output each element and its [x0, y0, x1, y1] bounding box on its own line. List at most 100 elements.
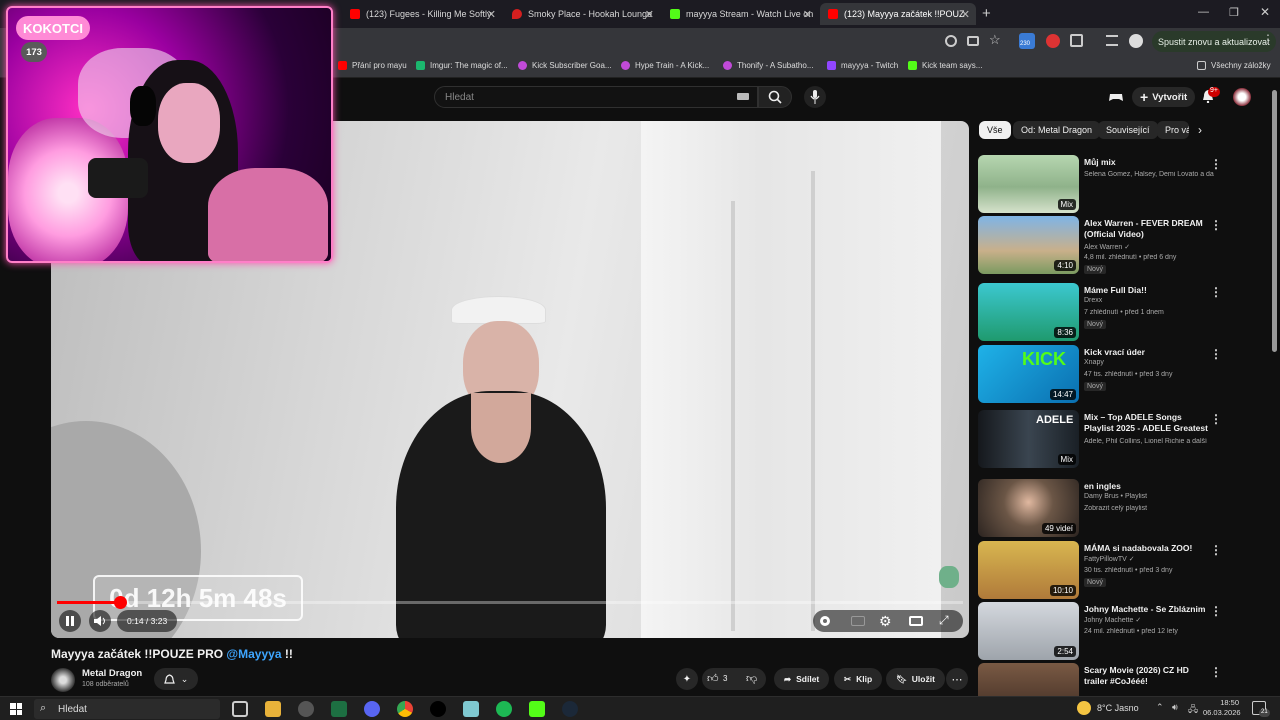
recommendation-item[interactable]: 8:36 Máme Full Dia!! Drexx 7 zhlédnutí •…	[978, 283, 1268, 341]
volume-tray-icon[interactable]: 🔊︎	[1172, 702, 1178, 713]
more-options-icon[interactable]: ⋮	[1210, 157, 1222, 171]
bookmark-item[interactable]: Kick team says...	[908, 61, 982, 70]
channel-avatar[interactable]	[51, 668, 75, 692]
more-options-icon[interactable]: ⋮	[1210, 543, 1222, 557]
recommendation-item[interactable]: 10:10 MÁMA si nadabovala ZOO! FattyPillo…	[978, 541, 1268, 599]
weather-text[interactable]: 8°C Jasno	[1097, 703, 1139, 713]
video-thumbnail[interactable]: Mix	[978, 155, 1079, 213]
video-thumbnail[interactable]: KICK 14:47	[978, 345, 1079, 403]
voice-search-button[interactable]	[804, 86, 826, 108]
recommendation-item[interactable]: 2:54 Johny Machette - Se Zbláznim Johny …	[978, 602, 1268, 660]
recommendation-item[interactable]: KICK 14:47 Kick vrací úder Xnapy 47 tis.…	[978, 345, 1268, 403]
bookmark-item[interactable]: Thonify - A Subatho...	[723, 61, 814, 70]
dislike-button[interactable]: 👎︎	[746, 672, 757, 685]
search-button[interactable]	[758, 86, 792, 108]
close-window-button[interactable]: ✕	[1260, 5, 1270, 19]
zoom-icon[interactable]	[945, 35, 957, 47]
spotify-icon[interactable]	[496, 701, 512, 717]
video-thumbnail[interactable]: ADELE Mix	[978, 410, 1079, 468]
share-button[interactable]: ➦ Sdílet	[774, 668, 830, 690]
excel-icon[interactable]	[331, 701, 347, 717]
video-thumbnail[interactable]: 2:54	[978, 602, 1079, 660]
mention-link[interactable]: @Mayyya	[226, 647, 281, 661]
more-options-icon[interactable]: ⋮	[1210, 412, 1222, 426]
account-avatar[interactable]	[1233, 88, 1251, 106]
video-thumbnail[interactable]: 4:10	[978, 216, 1079, 274]
create-button[interactable]: + Vytvořit	[1132, 87, 1196, 107]
extensions-puzzle-icon[interactable]	[1070, 34, 1083, 47]
bookmark-item[interactable]: Hype Train - A Kick...	[621, 61, 709, 70]
kick-icon[interactable]	[529, 701, 545, 717]
discord-icon[interactable]	[364, 701, 380, 717]
more-options-icon[interactable]: ⋮	[1210, 285, 1222, 299]
steam-icon[interactable]	[562, 701, 578, 717]
more-options-icon[interactable]: ⋮	[1210, 218, 1222, 232]
tray-chevron-icon[interactable]: ⌃	[1156, 702, 1164, 713]
chip-from-channel[interactable]: Od: Metal Dragon	[1013, 121, 1101, 139]
profile-avatar-icon[interactable]	[1129, 34, 1143, 48]
more-actions-button[interactable]: ⋯	[946, 668, 968, 690]
bookmark-item[interactable]: Imgur: The magic of...	[416, 61, 508, 70]
taskbar-clock[interactable]: 18:50 06.03.2026	[1203, 698, 1241, 718]
volume-button[interactable]	[89, 610, 111, 632]
save-button[interactable]: 🔖︎ Uložit	[886, 668, 945, 690]
more-options-icon[interactable]: ⋮	[1210, 604, 1222, 618]
minimize-button[interactable]: —	[1198, 6, 1209, 18]
close-tab-icon[interactable]: ✕	[961, 8, 970, 21]
ask-ai-button[interactable]: ✦	[676, 668, 698, 690]
game-controller-icon[interactable]	[1108, 89, 1124, 105]
video-thumbnail[interactable]: 8:36	[978, 283, 1079, 341]
bookmark-item[interactable]: Přání pro mayu	[338, 61, 407, 70]
video-thumbnail[interactable]: 10:10	[978, 541, 1079, 599]
start-windows-icon[interactable]	[10, 703, 22, 715]
all-bookmarks[interactable]: Všechny záložky	[1197, 61, 1271, 70]
recommendation-item[interactable]: 4:10 Alex Warren - FEVER DREAM (Official…	[978, 216, 1268, 274]
update-button[interactable]: Spustit znovu a aktualizovat	[1152, 31, 1276, 52]
bookmark-item[interactable]: mayyya - Twitch	[827, 61, 898, 70]
browser-menu-icon[interactable]: ⋮	[1262, 32, 1274, 46]
recommendation-item[interactable]: Mix Můj mix Selena Gomez, Halsey, Demi L…	[978, 155, 1268, 213]
theater-mode-icon[interactable]	[909, 616, 923, 626]
channel-name[interactable]: Metal Dragon	[82, 668, 142, 679]
clip-button[interactable]: ✂ Klip	[834, 668, 883, 690]
close-tab-icon[interactable]: ✕	[645, 8, 654, 21]
extension-red-icon[interactable]	[1046, 34, 1060, 48]
tiktok-icon[interactable]	[430, 701, 446, 717]
chrome-icon[interactable]	[397, 701, 413, 717]
settings-gear-icon[interactable]: ⚙	[879, 613, 892, 630]
cast-icon[interactable]	[967, 36, 979, 46]
keyboard-icon[interactable]	[737, 93, 749, 100]
weather-icon[interactable]	[1077, 701, 1091, 715]
fullscreen-icon[interactable]: ⤢	[939, 613, 949, 628]
tab-fugees[interactable]: (123) Fugees - Killing Me Softly ✕	[342, 3, 502, 25]
recommendation-item[interactable]: 49 videí en ingles Damy Brus • Playlist …	[978, 479, 1268, 537]
tab-smoky-place[interactable]: Smoky Place - Hookah Lounge ✕	[504, 3, 660, 25]
extension-icon[interactable]: 230	[1019, 33, 1035, 49]
video-thumbnail[interactable]	[978, 663, 1079, 696]
search-input[interactable]: Hledat	[434, 86, 758, 108]
recommendation-item[interactable]: Scary Movie (2026) CZ HD trailer #CoJééé…	[978, 663, 1268, 696]
obs-icon[interactable]	[298, 701, 314, 717]
like-button[interactable]: 👍︎	[707, 672, 719, 685]
task-view-icon[interactable]	[232, 701, 248, 717]
taskbar-search[interactable]: ⌕ Hledat	[34, 699, 220, 719]
progress-bar[interactable]	[57, 596, 963, 609]
tab-kick-stream[interactable]: mayyya Stream - Watch Live on ✕	[662, 3, 818, 25]
restore-button[interactable]: ❐	[1229, 6, 1239, 19]
autoplay-toggle[interactable]	[820, 616, 830, 626]
bookmark-star-icon[interactable]: ☆	[989, 32, 1001, 48]
pause-button[interactable]	[59, 610, 81, 632]
video-thumbnail[interactable]: 49 videí	[978, 479, 1079, 537]
reading-list-icon[interactable]	[1106, 35, 1118, 46]
chip-related[interactable]: Související	[1098, 121, 1158, 139]
chevron-right-icon[interactable]: ›	[1198, 123, 1202, 137]
new-tab-button[interactable]: +	[982, 5, 991, 22]
recommendation-item[interactable]: ADELE Mix Mix – Top ADELE Songs Playlist…	[978, 410, 1268, 468]
chip-all[interactable]: Vše	[979, 121, 1011, 139]
more-options-icon[interactable]: ⋮	[1210, 665, 1222, 679]
subtitles-icon[interactable]	[851, 616, 865, 626]
more-options-icon[interactable]: ⋮	[1210, 347, 1222, 361]
bookmark-item[interactable]: Kick Subscriber Goa...	[518, 61, 612, 70]
notes-icon[interactable]	[463, 701, 479, 717]
close-tab-icon[interactable]: ✕	[803, 8, 812, 21]
